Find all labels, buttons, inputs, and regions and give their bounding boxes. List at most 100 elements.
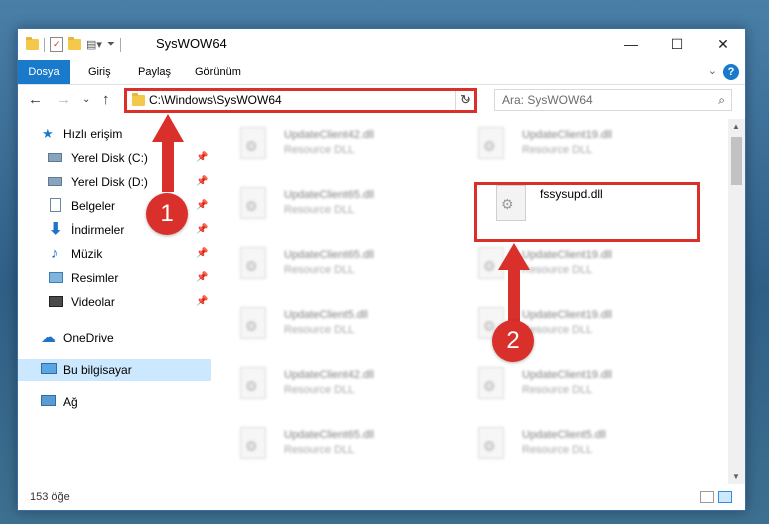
divider <box>119 37 121 52</box>
music-icon: ♪ <box>51 245 59 262</box>
up-arrow-icon[interactable]: ↑ <box>102 91 110 108</box>
cloud-icon: ☁ <box>41 329 56 346</box>
status-bar: 153 öğe <box>18 487 745 510</box>
sidebar-item-label: Müzik <box>71 247 103 261</box>
dll-file-icon <box>240 187 266 219</box>
file-item[interactable]: UpdateClient19.dll Resource DLL <box>450 361 680 409</box>
tab-share[interactable]: Paylaş <box>138 60 171 84</box>
recent-locations-icon[interactable]: ⌄ <box>82 94 90 105</box>
file-type: Resource DLL <box>284 264 355 276</box>
back-arrow-icon[interactable]: ← <box>28 91 43 108</box>
sidebar-item-videos[interactable]: Videolar 📌 <box>18 291 211 313</box>
file-name: UpdateClient5.dll <box>522 429 606 441</box>
file-item[interactable]: UpdateClient19.dll Resource DLL <box>450 241 680 289</box>
file-item[interactable]: UpdateClient65.dll Resource DLL <box>212 241 442 289</box>
sidebar-item-quick-access[interactable]: ★ Hızlı erişim <box>18 123 211 145</box>
file-item[interactable]: UpdateClient65.dll Resource DLL <box>212 421 442 469</box>
sidebar-item-label: İndirmeler <box>71 223 125 237</box>
close-button[interactable]: ✕ <box>700 29 745 59</box>
scroll-up-icon[interactable]: ▲ <box>732 122 740 131</box>
dll-file-icon <box>240 367 266 399</box>
file-list: UpdateClient42.dll Resource DLL UpdateCl… <box>212 121 728 481</box>
pin-icon[interactable]: 📌 <box>196 219 208 241</box>
file-item[interactable]: UpdateClient65.dll Resource DLL <box>212 181 442 229</box>
sidebar-item-local-disk-c[interactable]: Yerel Disk (C:) 📌 <box>18 147 211 169</box>
sidebar-item-local-disk-d[interactable]: Yerel Disk (D:) 📌 <box>18 171 211 193</box>
file-type: Resource DLL <box>284 204 355 216</box>
customize-icon[interactable]: ⏷ <box>107 39 115 50</box>
quick-access-toolbar: ✓ ▤▾ ⏷ <box>26 37 121 52</box>
search-box[interactable]: Ara: SysWOW64 ⌕ <box>494 89 732 111</box>
pin-icon[interactable]: 📌 <box>196 195 208 217</box>
file-name: UpdateClient5.dll <box>284 309 368 321</box>
sidebar-item-label: OneDrive <box>63 331 114 345</box>
drive-icon <box>48 177 62 186</box>
file-type: Resource DLL <box>522 384 593 396</box>
file-name: UpdateClient19.dll <box>522 369 612 381</box>
help-icon[interactable]: ? <box>723 64 739 80</box>
dll-file-icon <box>478 367 504 399</box>
item-count: 153 öğe <box>30 491 70 503</box>
navigation-pane: ★ Hızlı erişim Yerel Disk (C:) 📌 Yerel D… <box>18 119 211 479</box>
sidebar-item-network[interactable]: Ağ <box>18 391 211 413</box>
file-item[interactable]: UpdateClient5.dll Resource DLL <box>212 301 442 349</box>
scrollbar-thumb[interactable] <box>731 137 742 185</box>
pin-icon[interactable]: 📌 <box>196 267 208 289</box>
forward-arrow-icon[interactable]: → <box>56 91 71 108</box>
pin-icon[interactable]: 📌 <box>196 147 208 169</box>
minimize-button[interactable]: — <box>608 29 654 59</box>
search-input[interactable]: Ara: SysWOW64 <box>502 93 593 107</box>
sidebar-item-this-pc[interactable]: Bu bilgisayar <box>18 359 211 381</box>
file-item[interactable]: UpdateClient19.dll Resource DLL <box>450 301 680 349</box>
step-marker-1: 1 <box>146 193 188 235</box>
tab-home[interactable]: Giriş <box>88 60 111 84</box>
file-item[interactable]: UpdateClient42.dll Resource DLL <box>212 121 442 169</box>
file-name: UpdateClient42.dll <box>284 129 374 141</box>
large-icons-view-icon[interactable] <box>718 491 732 503</box>
sidebar-item-pictures[interactable]: Resimler 📌 <box>18 267 211 289</box>
file-name: UpdateClient65.dll <box>284 189 374 201</box>
divider <box>44 37 45 52</box>
dll-file-icon <box>478 427 504 459</box>
scroll-down-icon[interactable]: ▼ <box>732 472 740 481</box>
sidebar-item-label: Ağ <box>63 395 78 409</box>
file-item[interactable]: UpdateClient5.dll Resource DLL <box>450 421 680 469</box>
file-name: UpdateClient65.dll <box>284 249 374 261</box>
maximize-button[interactable]: ☐ <box>654 29 700 59</box>
pin-icon[interactable]: 📌 <box>196 243 208 265</box>
file-name: UpdateClient42.dll <box>284 369 374 381</box>
sidebar-item-label: Belgeler <box>71 199 116 213</box>
file-type: Resource DLL <box>284 324 355 336</box>
tab-view[interactable]: Görünüm <box>195 60 241 84</box>
address-highlight <box>124 88 477 113</box>
pin-icon[interactable]: 📌 <box>196 291 208 313</box>
ribbon-tabs: Dosya Giriş Paylaş Görünüm ⌄ ? <box>18 60 745 85</box>
vertical-scrollbar[interactable]: ▲ ▼ <box>728 119 745 484</box>
sidebar-item-music[interactable]: ♪ Müzik 📌 <box>18 243 211 265</box>
chevron-down-icon[interactable]: ⌄ <box>708 64 717 77</box>
sidebar-item-label: Yerel Disk (C:) <box>71 151 148 165</box>
sidebar-item-onedrive[interactable]: ☁ OneDrive <box>18 327 211 349</box>
file-name: UpdateClient65.dll <box>284 429 374 441</box>
view-icon[interactable]: ▤▾ <box>86 38 102 51</box>
properties-icon[interactable]: ✓ <box>50 37 63 52</box>
file-type: Resource DLL <box>522 144 593 156</box>
file-highlight <box>474 182 700 242</box>
folder-icon <box>26 37 39 50</box>
file-item[interactable]: UpdateClient19.dll Resource DLL <box>450 121 680 169</box>
pin-icon[interactable]: 📌 <box>196 171 208 193</box>
file-item[interactable]: UpdateClient42.dll Resource DLL <box>212 361 442 409</box>
dll-file-icon <box>478 247 504 279</box>
file-name: UpdateClient19.dll <box>522 249 612 261</box>
downloads-icon: ⬇ <box>49 221 63 238</box>
dll-file-icon <box>478 127 504 159</box>
file-name: UpdateClient19.dll <box>522 129 612 141</box>
details-view-icon[interactable] <box>700 491 714 503</box>
new-folder-icon[interactable] <box>68 37 81 50</box>
search-icon[interactable]: ⌕ <box>718 93 725 108</box>
sidebar-item-label: Bu bilgisayar <box>63 363 132 377</box>
computer-icon <box>41 363 57 374</box>
file-type: Resource DLL <box>284 144 355 156</box>
tab-file[interactable]: Dosya <box>18 60 70 84</box>
dll-file-icon <box>240 127 266 159</box>
